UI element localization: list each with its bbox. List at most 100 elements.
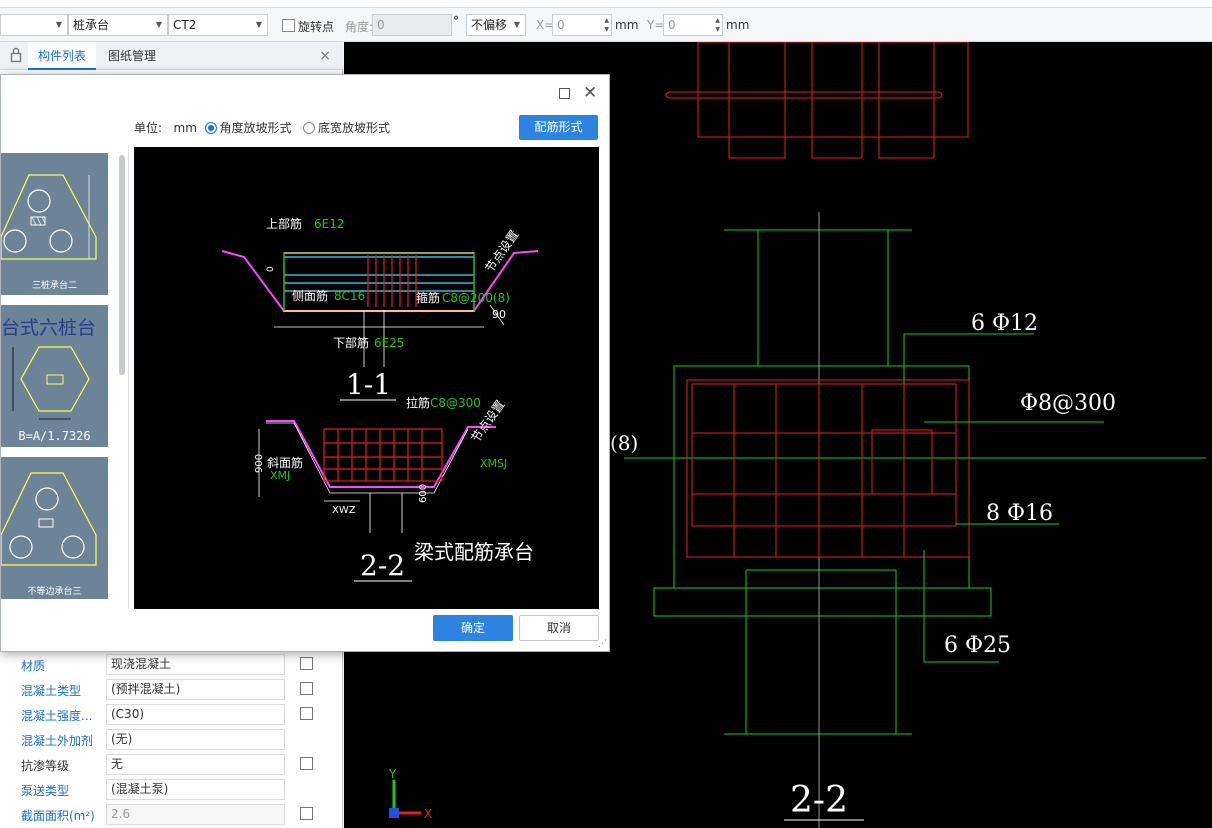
property-checkbox[interactable] [300, 757, 313, 770]
cad-section-label: 2-2 [790, 780, 848, 821]
radio-angle-label: 角度放坡形式 [219, 121, 292, 135]
preview-dim-600: 600 [418, 484, 429, 503]
gallery-scrollbar[interactable] [119, 155, 125, 375]
preview-tie-bar: 拉筋 [406, 395, 430, 410]
angle-input[interactable]: 0 [372, 14, 452, 36]
preview-section-1-label: 1-1 [346, 368, 391, 401]
preview-stirrup: 箍筋 [416, 290, 440, 305]
top-structure [665, 42, 969, 159]
property-value[interactable]: (混凝土泵) [106, 779, 285, 800]
offset-select-value: 不偏移 [471, 18, 508, 32]
preview-bottom-bar-spec: 6E25 [374, 336, 405, 350]
chevron-down-icon: ▼ [513, 20, 520, 29]
radio-width-slope[interactable] [303, 122, 315, 134]
tab-drawing-manager[interactable]: 图纸管理 [98, 42, 166, 70]
leader-lines [903, 333, 1104, 663]
name-select[interactable]: CT2 ▼ [168, 14, 268, 36]
property-name: 混凝土强度... [21, 709, 93, 723]
property-row: 混凝土类型 (预拌混凝土) [0, 677, 343, 702]
unequal-cap-diagram [1, 472, 97, 566]
cap-preview: 上部筋 6E12 侧面筋 8C16 箍筋 C8@200(8) 下部筋 6E25 … [134, 147, 599, 609]
property-value[interactable]: 现浇混凝土 [106, 654, 285, 675]
panel-tabs: 构件列表 图纸管理 × [0, 42, 343, 70]
property-name: 材质 [21, 659, 46, 673]
unit-label: 单位: [134, 121, 163, 135]
offset-select[interactable]: 不偏移 ▼ [466, 14, 526, 36]
close-icon[interactable]: ✕ [583, 83, 597, 103]
cad-label-bottom: 6 Φ25 [944, 633, 1011, 658]
thumb-six-pile[interactable]: 台式六桩台 B=A/1.7326 [1, 305, 108, 447]
name-select-value: CT2 [173, 18, 197, 32]
preview-xwz: XWZ [332, 505, 356, 516]
preview-top-bar-spec: 6E12 [314, 217, 345, 231]
property-value[interactable]: (C30) [106, 704, 285, 725]
category-select[interactable]: ▼ [0, 14, 68, 36]
preview-slope-bar: 斜面筋 [267, 455, 303, 470]
chevron-down-icon: ▼ [155, 20, 162, 29]
thumb-unequal-three[interactable]: 不等边承台三 [1, 457, 108, 599]
y-unit: mm [726, 18, 750, 32]
preview-xmsj: XMSJ [480, 457, 507, 470]
preview-bottom-bar: 下部筋 [333, 335, 369, 350]
preview-xmj: XMJ [270, 469, 290, 482]
app-window: ▼ 桩承台 ▼ CT2 ▼ 旋转点 角度: 0 ° 不偏移 ▼ X= 0 ▲ ▼ mm Y… [0, 0, 1212, 828]
tab-component-list[interactable]: 构件列表 [28, 42, 97, 70]
ok-button[interactable]: 确定 [433, 615, 513, 641]
x-value: 0 [557, 18, 565, 32]
x-input[interactable]: 0 ▲ ▼ [552, 14, 612, 36]
property-value[interactable]: 2.6 [106, 804, 285, 825]
resize-grip-icon[interactable]: ⋰ [598, 639, 607, 649]
preview-tie-bar-spec: C8@300 [430, 396, 481, 410]
rebar-form-button[interactable]: 配筋形式 [519, 115, 598, 140]
close-icon[interactable]: × [319, 48, 331, 64]
property-row: 混凝土强度... (C30) [0, 702, 343, 727]
lock-icon[interactable] [10, 47, 22, 63]
property-checkbox[interactable] [300, 807, 313, 820]
type-select[interactable]: 桩承台 ▼ [68, 14, 168, 36]
preview-node-setting-1: 节点设置 [482, 228, 521, 275]
thumb-caption: 不等边承台三 [27, 587, 82, 597]
spinner-icon[interactable]: ▲ ▼ [715, 16, 720, 34]
rebar-cage [686, 379, 970, 558]
axis-y-label: Y [388, 767, 397, 781]
footing-outline [624, 212, 1206, 828]
property-name: 泵送类型 [21, 784, 70, 798]
y-input[interactable]: 0 ▲ ▼ [663, 14, 723, 36]
thumb-caption: B=A/1.7326 [18, 429, 91, 443]
y-label: Y= [647, 18, 665, 32]
cad-label-top: 6 Φ12 [971, 311, 1038, 336]
hexagon-diagram [12, 346, 90, 420]
property-value[interactable]: 无 [106, 754, 285, 775]
thumb-caption: 三桩承台二 [31, 281, 77, 291]
cancel-button[interactable]: 取消 [519, 615, 599, 641]
rotate-checkbox[interactable] [282, 19, 295, 32]
preview-dim-0: 0 [266, 266, 276, 272]
preview-top-bar: 上部筋 [266, 216, 302, 231]
maximize-button[interactable] [559, 88, 570, 99]
property-value[interactable]: (预拌混凝土) [106, 679, 285, 700]
type-select-value: 桩承台 [73, 18, 110, 32]
property-checkbox[interactable] [300, 682, 313, 695]
axis-x-label: X [424, 807, 432, 821]
property-checkbox[interactable] [300, 657, 313, 670]
radio-width-label: 底宽放坡形式 [318, 121, 391, 135]
property-row: 泵送类型 (混凝土泵) [0, 777, 343, 802]
section-2-2 [258, 420, 496, 533]
draw-toolbar: ▼ 桩承台 ▼ CT2 ▼ 旋转点 角度: 0 ° 不偏移 ▼ X= 0 ▲ ▼ mm Y… [0, 8, 1212, 42]
property-checkbox[interactable] [300, 707, 313, 720]
preview-title: 梁式配筋承台 [414, 540, 534, 564]
chevron-down-icon: ▼ [55, 20, 62, 29]
preview-drawing: 上部筋 6E12 侧面筋 8C16 箍筋 C8@200(8) 下部筋 6E25 … [221, 216, 539, 582]
thumb-three-pile[interactable]: 三桩承台二 [1, 153, 108, 295]
y-value: 0 [668, 18, 676, 32]
pile-cap-dialog: ✕ 单位: mm 角度放坡形式 底宽放坡形式 配筋形式 三桩承台二 台式六桩台 … [0, 74, 610, 652]
property-name: 截面面积(m²) [21, 809, 95, 823]
radio-angle-slope[interactable] [204, 122, 217, 134]
property-value[interactable]: (无) [106, 729, 285, 750]
ribbon-strip [0, 0, 1212, 8]
preview-side-bar-spec: 8C16 [334, 289, 365, 303]
preview-side-bar: 侧面筋 [292, 288, 328, 303]
property-row: 材质 现浇混凝土 [0, 652, 343, 677]
axis-gizmo: Y X [388, 767, 432, 821]
spinner-icon[interactable]: ▲ ▼ [604, 16, 609, 34]
